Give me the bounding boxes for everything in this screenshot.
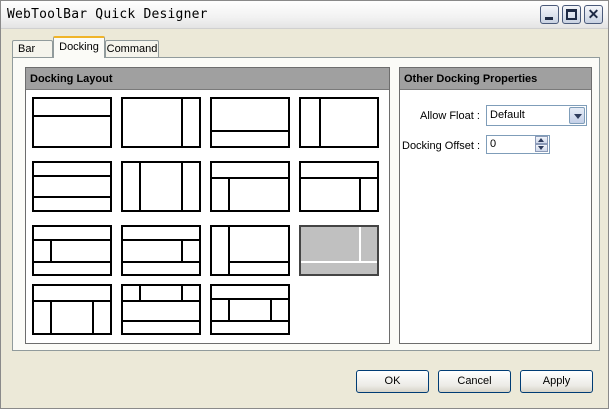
- tab-command[interactable]: Command: [105, 40, 159, 58]
- docking-layout-option[interactable]: [299, 97, 379, 148]
- layout-divider-line: [359, 177, 361, 210]
- dialog-window: WebToolBar Quick Designer ✕ Bar Docking …: [0, 0, 609, 409]
- close-button[interactable]: ✕: [584, 5, 603, 24]
- docking-layout-option[interactable]: [299, 161, 379, 212]
- docking-layout-option[interactable]: [32, 97, 112, 148]
- docking-layout-option[interactable]: [121, 284, 201, 335]
- tab-bar[interactable]: Bar: [12, 40, 53, 58]
- docking-offset-value[interactable]: 0: [490, 138, 496, 150]
- dialog-client: Bar Docking Command Docking Layout Other…: [2, 30, 607, 408]
- minimize-button[interactable]: [540, 5, 559, 24]
- docking-offset-stepper[interactable]: 0: [486, 135, 550, 154]
- layout-divider-line: [228, 298, 230, 320]
- layout-divider-line: [212, 177, 288, 179]
- allow-float-select[interactable]: Default: [486, 105, 587, 126]
- layout-divider-line: [228, 177, 230, 210]
- layout-divider-line: [34, 175, 110, 177]
- layout-divider-line: [181, 163, 183, 210]
- layout-divider-line: [123, 300, 199, 302]
- cancel-button[interactable]: Cancel: [438, 370, 511, 393]
- docking-layout-option[interactable]: [121, 161, 201, 212]
- docking-layout-option[interactable]: [32, 284, 112, 335]
- layout-divider-line: [123, 261, 199, 263]
- other-docking-properties-header: Other Docking Properties: [400, 68, 591, 90]
- window-title: WebToolBar Quick Designer: [7, 7, 208, 22]
- ok-button[interactable]: OK: [356, 370, 429, 393]
- docking-layout-option[interactable]: [121, 97, 201, 148]
- layout-divider-line: [34, 196, 110, 198]
- docking-layout-option[interactable]: [210, 225, 290, 276]
- layout-divider-line: [301, 261, 377, 263]
- docking-layout-option[interactable]: [210, 284, 290, 335]
- layout-divider-line: [181, 239, 183, 261]
- layout-divider-line: [34, 239, 110, 241]
- layout-divider-line: [181, 286, 183, 300]
- docking-layout-option[interactable]: [299, 225, 379, 276]
- layout-divider-line: [34, 115, 110, 117]
- layout-divider-line: [228, 227, 230, 274]
- layout-divider-line: [212, 298, 288, 300]
- tab-docking[interactable]: Docking: [53, 36, 105, 58]
- layout-divider-line: [92, 300, 94, 333]
- layout-divider-line: [34, 300, 110, 302]
- spin-up-icon[interactable]: [535, 136, 548, 144]
- layout-divider-line: [212, 130, 288, 132]
- layout-divider-line: [50, 239, 52, 261]
- allow-float-label: Allow Float :: [420, 110, 480, 122]
- docking-layout-header: Docking Layout: [26, 68, 389, 90]
- docking-layout-option[interactable]: [32, 225, 112, 276]
- docking-layout-option[interactable]: [121, 225, 201, 276]
- maximize-icon: [566, 9, 577, 20]
- docking-layout-group: Docking Layout: [25, 67, 390, 344]
- docking-layout-option[interactable]: [210, 97, 290, 148]
- docking-layout-option[interactable]: [210, 161, 290, 212]
- spin-down-icon[interactable]: [535, 144, 548, 152]
- title-bar[interactable]: WebToolBar Quick Designer ✕: [1, 1, 608, 29]
- layout-divider-line: [181, 99, 183, 146]
- layout-divider-line: [50, 300, 52, 333]
- apply-button[interactable]: Apply: [520, 370, 593, 393]
- other-docking-properties-group: Other Docking Properties Allow Float : D…: [399, 67, 592, 344]
- docking-offset-label: Docking Offset :: [402, 140, 481, 152]
- layout-divider-line: [301, 177, 377, 179]
- layout-divider-line: [139, 163, 141, 210]
- close-icon: ✕: [587, 6, 600, 22]
- layout-divider-line: [359, 227, 361, 261]
- docking-layout-option[interactable]: [32, 161, 112, 212]
- layout-divider-line: [212, 320, 288, 322]
- layout-divider-line: [228, 261, 288, 263]
- layout-divider-line: [34, 261, 110, 263]
- docking-layout-grid: [32, 97, 384, 337]
- layout-divider-line: [319, 99, 321, 146]
- layout-divider-line: [270, 298, 272, 320]
- layout-divider-line: [123, 320, 199, 322]
- docking-tab-panel: Docking Layout Other Docking Properties …: [12, 57, 600, 351]
- layout-divider-line: [139, 286, 141, 300]
- allow-float-value: Default: [490, 109, 525, 121]
- chevron-down-icon[interactable]: [569, 107, 585, 124]
- maximize-button[interactable]: [562, 5, 581, 24]
- layout-divider-line: [123, 239, 199, 241]
- minimize-icon: [545, 17, 553, 20]
